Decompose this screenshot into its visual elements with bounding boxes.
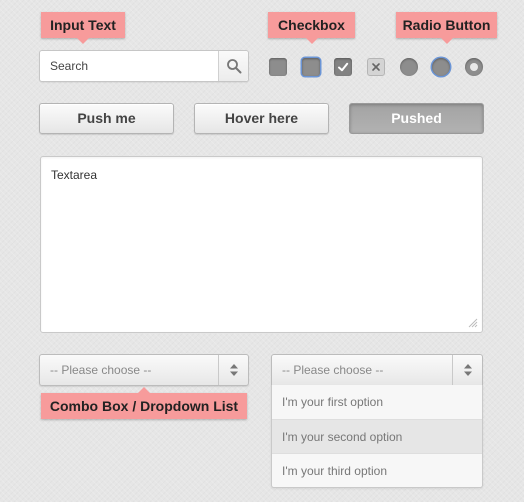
- pushed-button[interactable]: Pushed: [349, 103, 484, 134]
- dropdown-option-highlighted[interactable]: I'm your second option: [272, 419, 482, 453]
- checkbox-disabled: [367, 58, 385, 76]
- check-icon: [338, 62, 349, 72]
- search-icon: [226, 59, 241, 74]
- chevron-updown-icon: [229, 364, 238, 376]
- checkbox-checked[interactable]: [334, 58, 352, 76]
- checkbox-label: Checkbox: [268, 12, 355, 44]
- dropdown-option[interactable]: I'm your first option: [272, 385, 482, 419]
- search-field: [39, 50, 249, 82]
- dropdown-option[interactable]: I'm your third option: [272, 453, 482, 487]
- chevron-updown-icon: [463, 364, 472, 376]
- resize-handle-icon[interactable]: [468, 318, 478, 328]
- close-icon: [372, 63, 380, 71]
- combo-value: -- Please choose --: [50, 363, 152, 377]
- radio-button-label: Radio Button: [396, 12, 497, 44]
- search-button[interactable]: [218, 51, 248, 81]
- dropdown-options: I'm your first option I'm your second op…: [271, 385, 483, 488]
- radio-hover[interactable]: [432, 58, 450, 76]
- textarea[interactable]: Textarea: [40, 156, 483, 333]
- combo-box-open[interactable]: -- Please choose --: [271, 354, 483, 386]
- hover-here-button[interactable]: Hover here: [194, 103, 329, 134]
- radio-selected[interactable]: [465, 58, 483, 76]
- combo-box-label: Combo Box / Dropdown List: [41, 387, 247, 419]
- combo-box-closed[interactable]: -- Please choose --: [39, 354, 249, 386]
- checkbox-hover[interactable]: [302, 58, 320, 76]
- input-text-label: Input Text: [41, 12, 125, 44]
- combo-arrow: [218, 355, 248, 385]
- combo-value: -- Please choose --: [282, 363, 384, 377]
- radio-unselected[interactable]: [400, 58, 418, 76]
- search-input[interactable]: [40, 51, 218, 81]
- push-me-button[interactable]: Push me: [39, 103, 174, 134]
- checkbox-unchecked[interactable]: [269, 58, 287, 76]
- combo-arrow: [452, 355, 482, 385]
